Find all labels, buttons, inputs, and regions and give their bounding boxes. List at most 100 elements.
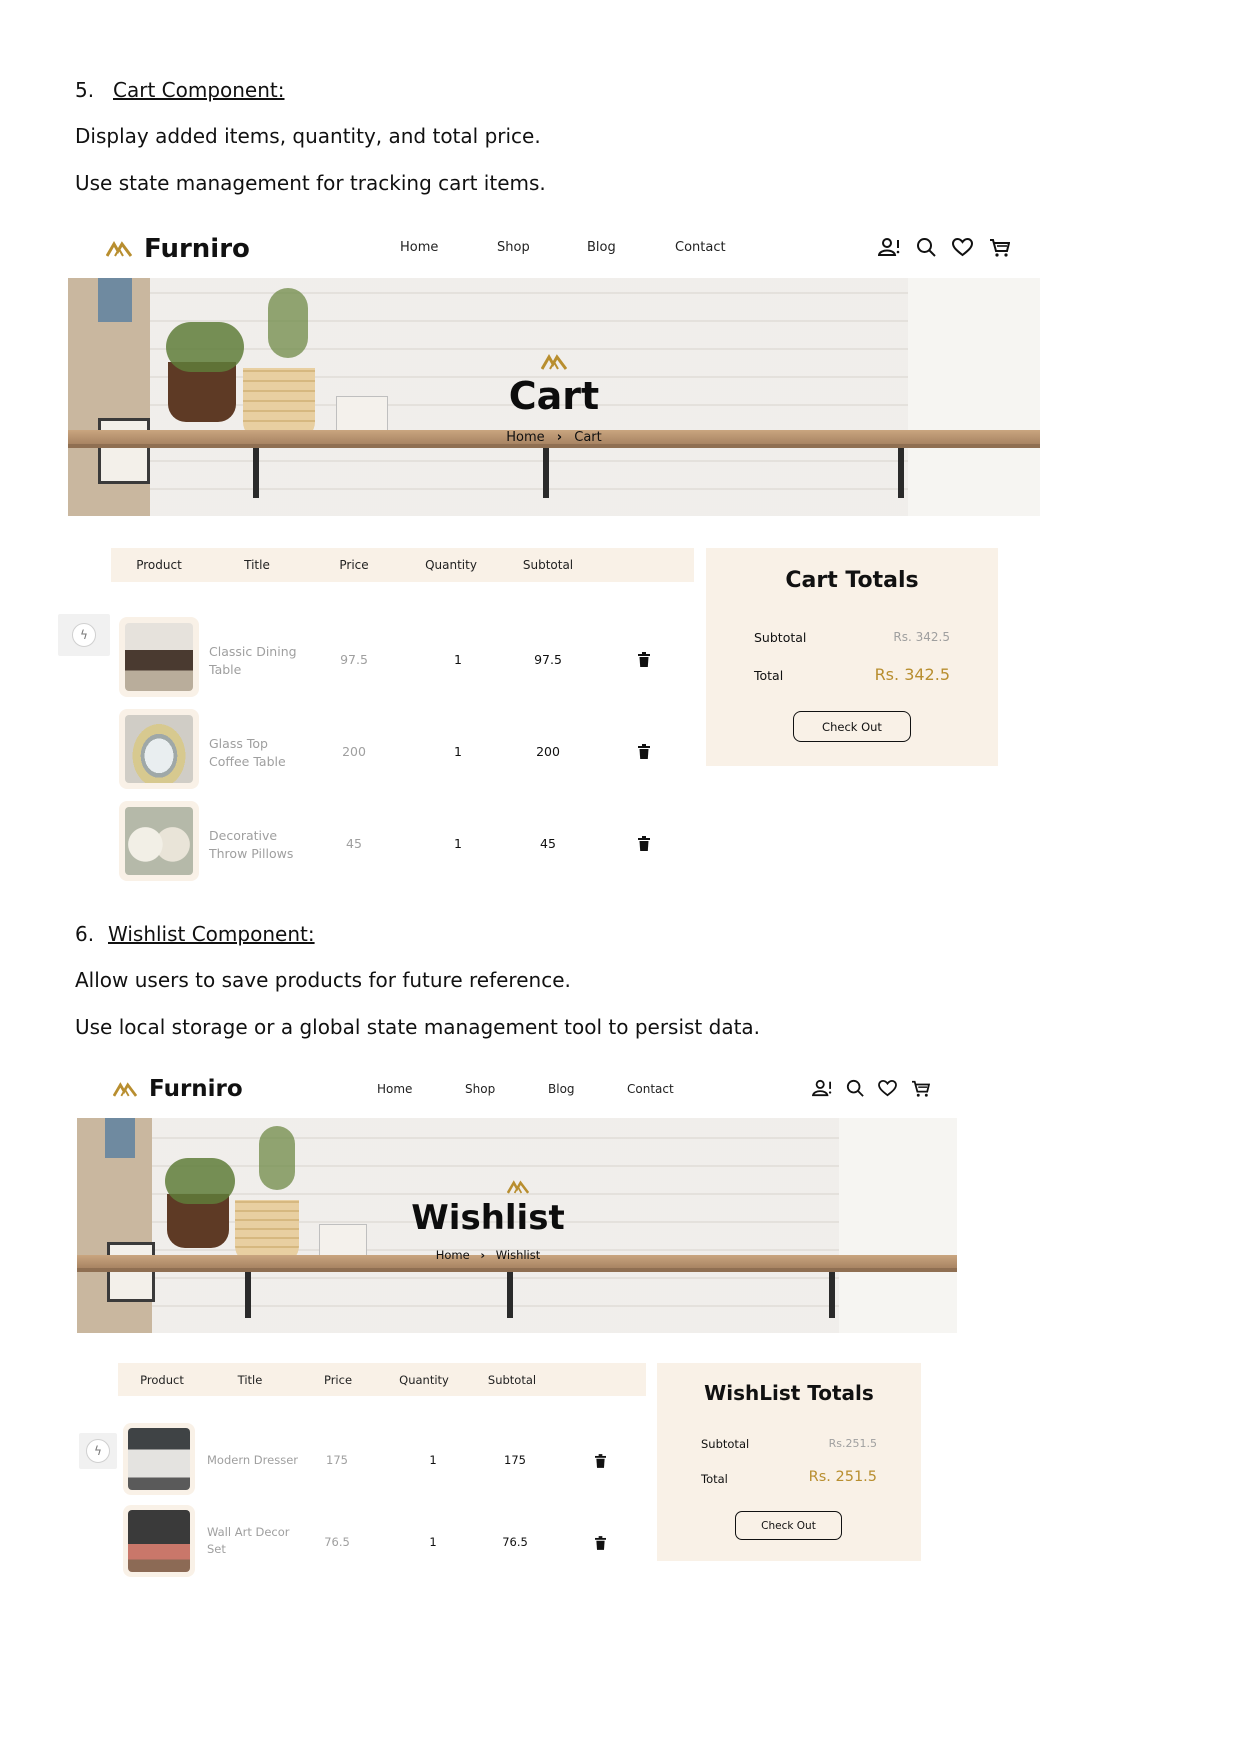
subtotal-label: Subtotal — [754, 630, 807, 645]
throw-pillows-image — [125, 807, 193, 875]
breadcrumb: Home › Cart — [454, 430, 654, 445]
coffee-table-image — [125, 715, 193, 783]
nav-blog-link[interactable]: Blog — [548, 1082, 575, 1096]
breadcrumb-home[interactable]: Home — [436, 1248, 470, 1262]
nav-blog-link[interactable]: Blog — [587, 240, 616, 255]
hero-title: Cart — [508, 374, 600, 418]
product-title-line-2: Throw Pillows — [209, 846, 294, 861]
product-title: Wall Art Decor — [207, 1525, 290, 1539]
nav-contact-link[interactable]: Contact — [675, 240, 726, 255]
total-value: Rs. 342.5 — [874, 665, 950, 684]
column-header: Price — [339, 558, 369, 572]
totals-title: Cart Totals — [785, 568, 919, 593]
logo: Furniro — [113, 1076, 243, 1102]
brand-name: Furniro — [144, 234, 250, 264]
product-subtotal: 200 — [536, 744, 560, 759]
product-subtotal: 76.5 — [502, 1535, 528, 1549]
hero-banner: Wishlist Home › Wishlist — [77, 1118, 957, 1333]
product-thumbnail[interactable] — [119, 801, 199, 881]
window-image — [908, 278, 1040, 516]
section-title: Cart Component: — [113, 78, 285, 102]
table-row: Glass Top Coffee Table 200 1 200 — [68, 706, 768, 790]
column-header: Subtotal — [487, 1373, 537, 1387]
subtotal-value: Rs.251.5 — [828, 1437, 877, 1450]
product-price: 175 — [326, 1453, 348, 1467]
trash-icon[interactable] — [595, 1536, 606, 1550]
column-header: Quantity — [399, 1373, 449, 1387]
table-row: Decorative Throw Pillows 45 1 45 — [68, 798, 768, 882]
cart-icon[interactable] — [911, 1080, 930, 1097]
trash-icon[interactable] — [638, 652, 650, 667]
total-label: Total — [701, 1472, 728, 1486]
nav-contact-link[interactable]: Contact — [627, 1082, 674, 1096]
section-number: 6. — [75, 922, 95, 946]
search-icon[interactable] — [846, 1079, 864, 1097]
product-quantity[interactable]: 1 — [429, 1453, 436, 1467]
trash-icon[interactable] — [595, 1454, 606, 1468]
hero-title: Wishlist — [411, 1198, 565, 1238]
column-header: Title — [237, 1373, 263, 1387]
product-title: Decorative — [209, 828, 278, 843]
product-thumbnail[interactable] — [119, 617, 199, 697]
product-subtotal: 97.5 — [534, 652, 562, 667]
heart-icon[interactable] — [952, 237, 973, 257]
hero-logo-icon — [507, 1180, 529, 1194]
checkout-button[interactable]: Check Out — [735, 1511, 842, 1540]
product-thumbnail[interactable] — [123, 1423, 195, 1495]
table-row: Modern Dresser 175 1 175 — [77, 1421, 677, 1497]
wishlist-totals-panel: WishList Totals Subtotal Rs.251.5 Total … — [657, 1363, 921, 1561]
dresser-image — [128, 1428, 190, 1490]
brand-name: Furniro — [149, 1076, 243, 1102]
section-5-heading: 5. Cart Component: — [75, 78, 285, 102]
nav-shop-link[interactable]: Shop — [465, 1082, 495, 1096]
nav-home-link[interactable]: Home — [377, 1082, 412, 1096]
product-quantity[interactable]: 1 — [454, 836, 462, 851]
product-thumbnail[interactable] — [119, 709, 199, 789]
product-thumbnail[interactable] — [123, 1505, 195, 1577]
checkout-button[interactable]: Check Out — [793, 711, 911, 742]
breadcrumb-current: Wishlist — [495, 1248, 541, 1262]
product-title: Classic Dining — [209, 644, 297, 659]
hero-logo-icon — [541, 354, 567, 370]
column-header: Quantity — [425, 558, 477, 572]
hero-banner: Cart Home › Cart — [68, 278, 1040, 516]
tea-card-image — [107, 1242, 155, 1302]
wall-art-image — [128, 1510, 190, 1572]
breadcrumb: Home › Wishlist — [368, 1248, 608, 1262]
search-icon[interactable] — [916, 237, 936, 257]
total-label: Total — [754, 668, 784, 683]
column-header: Product — [136, 558, 182, 572]
dining-table-image — [125, 623, 193, 691]
total-value: Rs. 251.5 — [808, 1469, 877, 1485]
product-quantity[interactable]: 1 — [454, 744, 462, 759]
section-5-line-1: Display added items, quantity, and total… — [75, 124, 541, 148]
user-alert-icon[interactable] — [878, 237, 900, 257]
cart-totals-panel: Cart Totals Subtotal Rs. 342.5 Total Rs.… — [706, 548, 998, 766]
nav-home-link[interactable]: Home — [400, 240, 438, 255]
product-title-line-2: Table — [209, 662, 242, 677]
product-title-line-2: Set — [207, 1542, 226, 1556]
subtotal-label: Subtotal — [701, 1437, 750, 1451]
breadcrumb-home[interactable]: Home — [506, 430, 544, 445]
section-5-line-2: Use state management for tracking cart i… — [75, 171, 546, 195]
cart-icon[interactable] — [989, 238, 1010, 257]
cart-page-screenshot: Furniro Home Shop Blog Contact Cart Home — [58, 222, 1040, 882]
window-image — [839, 1118, 957, 1333]
nav-icons — [812, 1079, 930, 1097]
tea-card-image — [98, 418, 150, 484]
wishlist-page-screenshot: Furniro Home Shop Blog Contact Wishlist … — [77, 1063, 957, 1583]
product-quantity[interactable]: 1 — [429, 1535, 436, 1549]
column-header: Product — [140, 1373, 184, 1387]
trash-icon[interactable] — [638, 836, 650, 851]
product-quantity[interactable]: 1 — [454, 652, 462, 667]
column-header: Title — [244, 558, 270, 572]
table-row: Wall Art Decor Set 76.5 1 76.5 — [77, 1503, 677, 1579]
product-subtotal: 45 — [540, 836, 556, 851]
heart-icon[interactable] — [878, 1079, 897, 1097]
nav-shop-link[interactable]: Shop — [497, 240, 530, 255]
totals-title: WishList Totals — [704, 1381, 874, 1405]
user-alert-icon[interactable] — [812, 1079, 832, 1097]
section-title: Wishlist Component: — [108, 922, 315, 946]
trash-icon[interactable] — [638, 744, 650, 759]
logo: Furniro — [106, 234, 250, 264]
